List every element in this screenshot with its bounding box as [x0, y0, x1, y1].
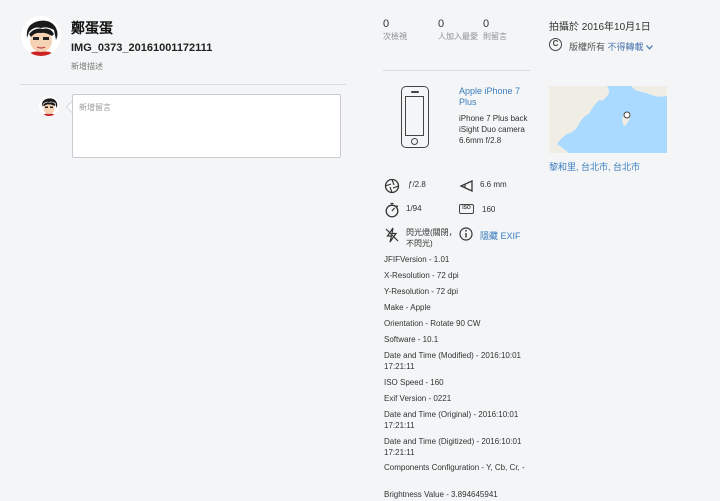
exif-detail: Orientation - Rotate 90 CW	[384, 319, 481, 328]
location-link[interactable]: 黎和里, 台北市, 台北市	[549, 160, 640, 173]
flash-value: 閃光燈(關閉，不閃光)	[406, 228, 457, 248]
aperture-icon	[384, 178, 400, 194]
divider	[383, 70, 530, 71]
stopwatch-icon	[384, 202, 400, 218]
chevron-down-icon	[646, 42, 654, 52]
license-selector[interactable]: 版權所有 不得轉載	[569, 40, 654, 53]
author-avatar[interactable]	[21, 16, 61, 56]
current-user-avatar	[39, 96, 59, 116]
hide-exif-link[interactable]: 隱藏 EXIF	[480, 229, 521, 242]
copyright-icon: C	[549, 38, 562, 51]
license-text: 版權所有	[569, 42, 606, 52]
comment-notch-inner	[67, 102, 72, 112]
views-count: 0	[383, 18, 390, 30]
exif-detail: JFIFVersion - 1.01	[384, 255, 450, 264]
faves-count: 0	[438, 18, 445, 30]
divider	[20, 84, 346, 85]
phone-icon	[401, 86, 429, 148]
author-name[interactable]: 鄭蛋蛋	[71, 18, 113, 38]
add-description-link[interactable]: 新增描述	[71, 61, 103, 72]
aperture-value: ƒ/2.8	[408, 180, 426, 189]
faves-label: 人加入最愛	[438, 32, 478, 41]
iso-icon: ISO	[459, 204, 474, 214]
date-taken: 拍攝於 2016年10月1日	[549, 22, 651, 33]
info-icon[interactable]	[459, 227, 475, 243]
exif-detail: X-Resolution - 72 dpi	[384, 271, 459, 280]
comments-label: 則留言	[483, 32, 507, 41]
focal-length-value: 6.6 mm	[480, 180, 507, 189]
comments-stat: 0 則留言	[483, 18, 531, 42]
comment-box[interactable]	[72, 94, 341, 158]
exif-detail: Date and Time (Digitized) - 2016:10:01 1…	[384, 437, 522, 457]
location-map[interactable]	[549, 86, 667, 153]
exif-detail: Software - 10.1	[384, 335, 439, 344]
exif-detail: Date and Time (Original) - 2016:10:01 17…	[384, 410, 519, 430]
exif-detail: Components Configuration - Y, Cb, Cr, -	[384, 463, 525, 472]
photo-title: IMG_0373_20161001172111	[71, 42, 213, 54]
lens-info: iPhone 7 Plus back iSight Duo camera 6.6…	[459, 114, 528, 145]
exif-detail: Make - Apple	[384, 303, 431, 312]
faves-stat: 0 人加入最愛	[438, 18, 478, 42]
iso-value: 160	[482, 205, 496, 214]
shutter-value: 1/94	[406, 204, 422, 213]
exif-detail: Exif Version - 0221	[384, 394, 452, 403]
focal-length-icon	[459, 178, 475, 194]
comment-input[interactable]	[73, 95, 340, 157]
license-link[interactable]: 不得轉載	[608, 42, 644, 52]
camera-model-link[interactable]: Apple iPhone 7 Plus	[459, 86, 539, 108]
views-label: 次檢視	[383, 32, 407, 41]
flash-off-icon	[384, 227, 400, 243]
comments-count: 0	[483, 18, 490, 30]
views-stat: 0 次檢視	[383, 18, 431, 42]
exif-detail: Brightness Value - 3.894645941	[384, 490, 498, 499]
exif-detail: Date and Time (Modified) - 2016:10:01 17…	[384, 351, 521, 371]
exif-detail: Y-Resolution - 72 dpi	[384, 287, 458, 296]
exif-detail: ISO Speed - 160	[384, 378, 444, 387]
